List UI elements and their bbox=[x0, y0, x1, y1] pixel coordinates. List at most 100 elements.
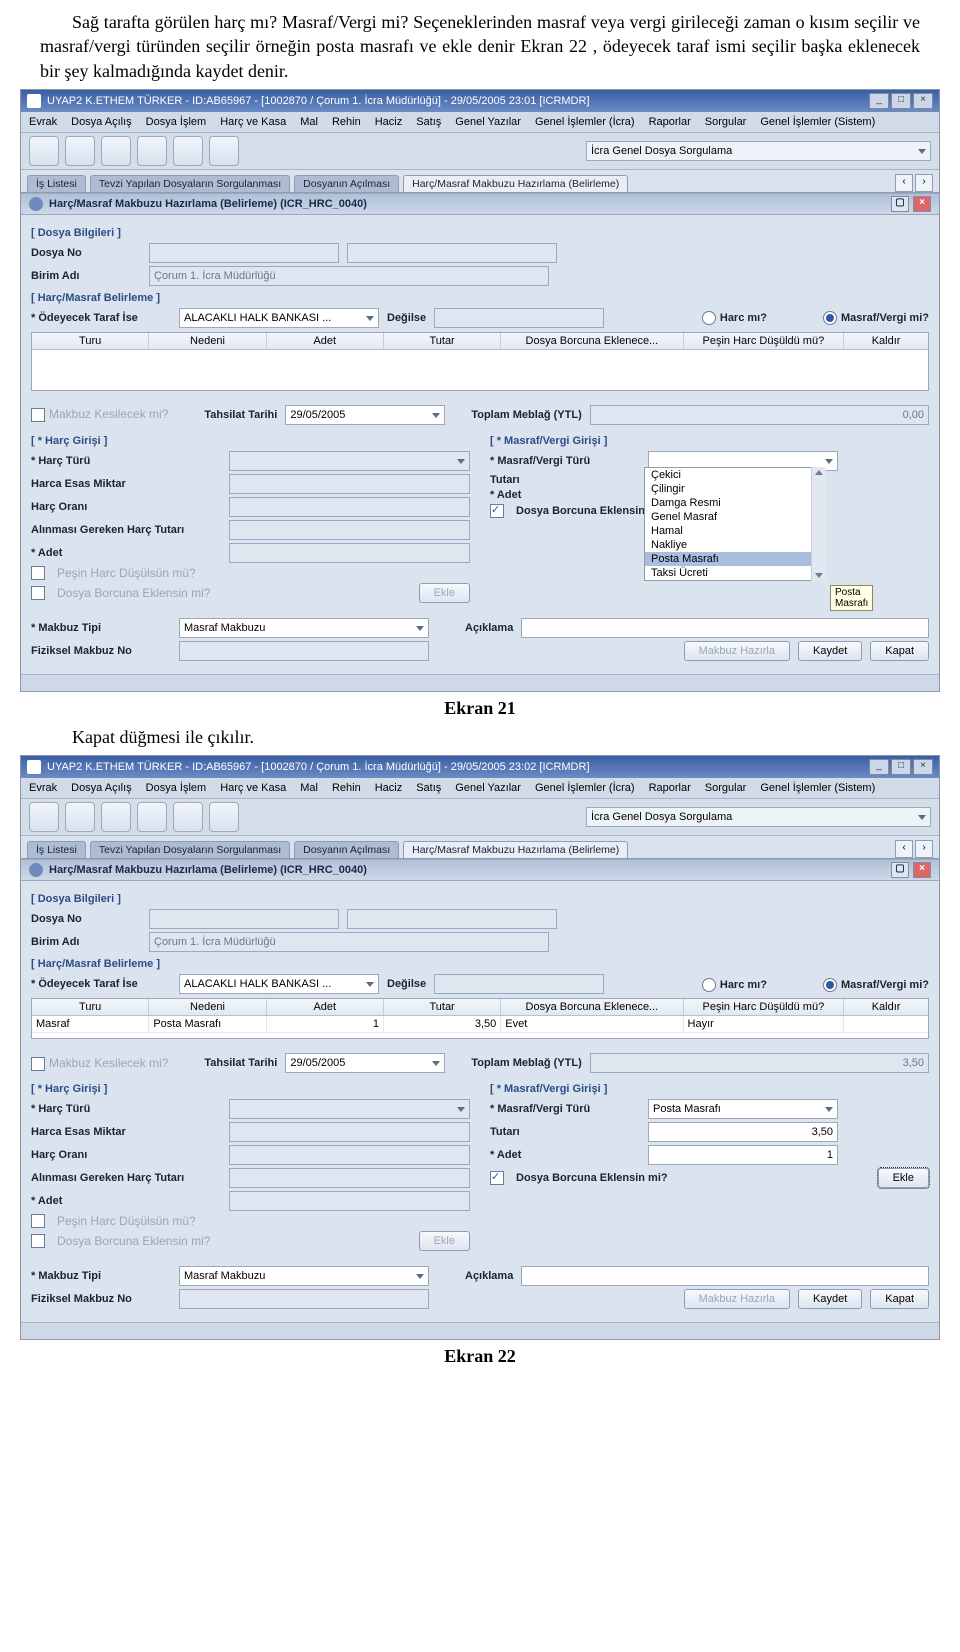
tab-harc-masraf[interactable]: Harç/Masraf Makbuzu Hazırlama (Belirleme… bbox=[403, 175, 628, 192]
toolbar2-icon-5[interactable] bbox=[173, 802, 203, 832]
select-harc-turu[interactable] bbox=[229, 451, 470, 471]
th2-turu[interactable]: Turu bbox=[32, 999, 149, 1015]
menu2-rehin[interactable]: Rehin bbox=[332, 782, 361, 794]
option-cekici[interactable]: Çekici bbox=[645, 468, 825, 482]
tab2-harc-masraf[interactable]: Harç/Masraf Makbuzu Hazırlama (Belirleme… bbox=[403, 841, 628, 858]
kaydet-button-2[interactable]: Kaydet bbox=[798, 1289, 862, 1309]
th-pesin-harc[interactable]: Peşin Harc Düşüldü mü? bbox=[684, 333, 845, 349]
menu2-genel-yazilar[interactable]: Genel Yazılar bbox=[455, 782, 521, 794]
menu2-harc-kasa[interactable]: Harç ve Kasa bbox=[220, 782, 286, 794]
field-tahsilat-tarihi[interactable]: 29/05/2005 bbox=[285, 405, 445, 425]
field-harc-orani[interactable] bbox=[229, 497, 470, 517]
th2-dosya-borcuna[interactable]: Dosya Borcuna Eklenece... bbox=[501, 999, 683, 1015]
field-tahsilat-tarihi-2[interactable]: 29/05/2005 bbox=[285, 1053, 445, 1073]
select-masraf-turu-2[interactable]: Posta Masrafı bbox=[648, 1099, 838, 1119]
menu-rehin[interactable]: Rehin bbox=[332, 116, 361, 128]
select-makbuz-tipi[interactable]: Masraf Makbuzu bbox=[179, 618, 429, 638]
radio-masraf-mi[interactable]: Masraf/Vergi mi? bbox=[823, 310, 929, 325]
menu2-raporlar[interactable]: Raporlar bbox=[649, 782, 691, 794]
menu2-genel-islemler-icra[interactable]: Genel İşlemler (İcra) bbox=[535, 782, 635, 794]
th2-adet[interactable]: Adet bbox=[267, 999, 384, 1015]
field-adet-left[interactable] bbox=[229, 543, 470, 563]
toolbar2-icon-6[interactable] bbox=[209, 802, 239, 832]
field-degilse-2[interactable] bbox=[434, 974, 604, 994]
tab2-dosya-acilmasi[interactable]: Dosyanın Açılması bbox=[294, 841, 399, 858]
tab-tevzi[interactable]: Tevzi Yapılan Dosyaların Sorgulanması bbox=[90, 175, 290, 192]
menu2-genel-islemler-sistem[interactable]: Genel İşlemler (Sistem) bbox=[760, 782, 875, 794]
field-dosya-no-2a[interactable] bbox=[149, 909, 339, 929]
th-nedeni[interactable]: Nedeni bbox=[149, 333, 266, 349]
menu-sorgular[interactable]: Sorgular bbox=[705, 116, 747, 128]
option-posta-masrafi[interactable]: Posta Masrafı bbox=[645, 552, 825, 566]
field-alinmasi-gereken[interactable] bbox=[229, 520, 470, 540]
field-dosya-no-1[interactable] bbox=[149, 243, 339, 263]
toolbar2-icon-4[interactable] bbox=[137, 802, 167, 832]
select-harc-turu-2[interactable] bbox=[229, 1099, 470, 1119]
kapat-button-2[interactable]: Kapat bbox=[870, 1289, 929, 1309]
makbuz-hazirla-button[interactable]: Makbuz Hazırla bbox=[684, 641, 790, 661]
close-button-2[interactable]: × bbox=[913, 759, 933, 775]
top-combo[interactable]: İcra Genel Dosya Sorgulama bbox=[586, 141, 931, 161]
th-adet[interactable]: Adet bbox=[267, 333, 384, 349]
menu-dosya-islem[interactable]: Dosya İşlem bbox=[146, 116, 207, 128]
field-dosya-no-2[interactable] bbox=[347, 243, 557, 263]
option-cilingir[interactable]: Çilingir bbox=[645, 482, 825, 496]
toolbar-icon-5[interactable] bbox=[173, 136, 203, 166]
th2-nedeni[interactable]: Nedeni bbox=[149, 999, 266, 1015]
field-adet-right-2[interactable]: 1 bbox=[648, 1145, 838, 1165]
menu-satis[interactable]: Satış bbox=[416, 116, 441, 128]
panel-restore-button-2[interactable]: ▢ bbox=[891, 862, 909, 878]
menu2-sorgular[interactable]: Sorgular bbox=[705, 782, 747, 794]
option-genel-masraf[interactable]: Genel Masraf bbox=[645, 510, 825, 524]
toolbar-icon-3[interactable] bbox=[101, 136, 131, 166]
th2-tutar[interactable]: Tutar bbox=[384, 999, 501, 1015]
th-tutar[interactable]: Tutar bbox=[384, 333, 501, 349]
field-adet-left-2[interactable] bbox=[229, 1191, 470, 1211]
select-odeyecek-taraf[interactable]: ALACAKLI HALK BANKASI ... bbox=[179, 308, 379, 328]
maximize-button-2[interactable]: □ bbox=[891, 759, 911, 775]
select-odeyecek-taraf-2[interactable]: ALACAKLI HALK BANKASI ... bbox=[179, 974, 379, 994]
close-button[interactable]: × bbox=[913, 93, 933, 109]
toolbar2-icon-1[interactable] bbox=[29, 802, 59, 832]
dropdown-scrollbar[interactable] bbox=[811, 467, 826, 581]
tab2-nav-right[interactable]: › bbox=[915, 840, 933, 858]
masraf-turu-dropdown[interactable]: Çekici Çilingir Damga Resmi Genel Masraf… bbox=[644, 467, 826, 581]
th-turu[interactable]: Turu bbox=[32, 333, 149, 349]
field-fiziksel-makbuz-2[interactable] bbox=[179, 1289, 429, 1309]
menu-haciz[interactable]: Haciz bbox=[375, 116, 403, 128]
th-dosya-borcuna[interactable]: Dosya Borcuna Eklenece... bbox=[501, 333, 683, 349]
field-aciklama-2[interactable] bbox=[521, 1266, 929, 1286]
radio-masraf-mi-2[interactable]: Masraf/Vergi mi? bbox=[823, 977, 929, 992]
field-degilse[interactable] bbox=[434, 308, 604, 328]
tab-nav-right[interactable]: › bbox=[915, 174, 933, 192]
toolbar-icon-6[interactable] bbox=[209, 136, 239, 166]
menu2-satis[interactable]: Satış bbox=[416, 782, 441, 794]
field-harca-esas[interactable] bbox=[229, 474, 470, 494]
option-hamal[interactable]: Hamal bbox=[645, 524, 825, 538]
tab2-nav-left[interactable]: ‹ bbox=[895, 840, 913, 858]
menu2-dosya-islem[interactable]: Dosya İşlem bbox=[146, 782, 207, 794]
radio-harc-mi[interactable]: Harc mı? bbox=[702, 310, 767, 325]
th-kaldir[interactable]: Kaldır bbox=[844, 333, 928, 349]
kaydet-button[interactable]: Kaydet bbox=[798, 641, 862, 661]
th2-kaldir[interactable]: Kaldır bbox=[844, 999, 928, 1015]
menu-evrak[interactable]: Evrak bbox=[29, 116, 57, 128]
th2-pesin-harc[interactable]: Peşin Harc Düşüldü mü? bbox=[684, 999, 845, 1015]
kapat-button[interactable]: Kapat bbox=[870, 641, 929, 661]
panel-restore-button[interactable]: ▢ bbox=[891, 196, 909, 212]
top-combo-2[interactable]: İcra Genel Dosya Sorgulama bbox=[586, 807, 931, 827]
tab2-tevzi[interactable]: Tevzi Yapılan Dosyaların Sorgulanması bbox=[90, 841, 290, 858]
makbuz-hazirla-button-2[interactable]: Makbuz Hazırla bbox=[684, 1289, 790, 1309]
td-kaldir[interactable] bbox=[844, 1016, 928, 1032]
panel-close-button-2[interactable]: × bbox=[913, 862, 931, 878]
field-tutari-2[interactable]: 3,50 bbox=[648, 1122, 838, 1142]
minimize-button-2[interactable]: _ bbox=[869, 759, 889, 775]
menu-genel-islemler-sistem[interactable]: Genel İşlemler (Sistem) bbox=[760, 116, 875, 128]
menu-mal[interactable]: Mal bbox=[300, 116, 318, 128]
minimize-button[interactable]: _ bbox=[869, 93, 889, 109]
field-aciklama[interactable] bbox=[521, 618, 929, 638]
tab-nav-left[interactable]: ‹ bbox=[895, 174, 913, 192]
option-taksi-ucreti[interactable]: Taksi Ücreti bbox=[645, 566, 825, 580]
menu-genel-islemler-icra[interactable]: Genel İşlemler (İcra) bbox=[535, 116, 635, 128]
checkbox-dosya-borcuna-right[interactable] bbox=[490, 504, 504, 518]
